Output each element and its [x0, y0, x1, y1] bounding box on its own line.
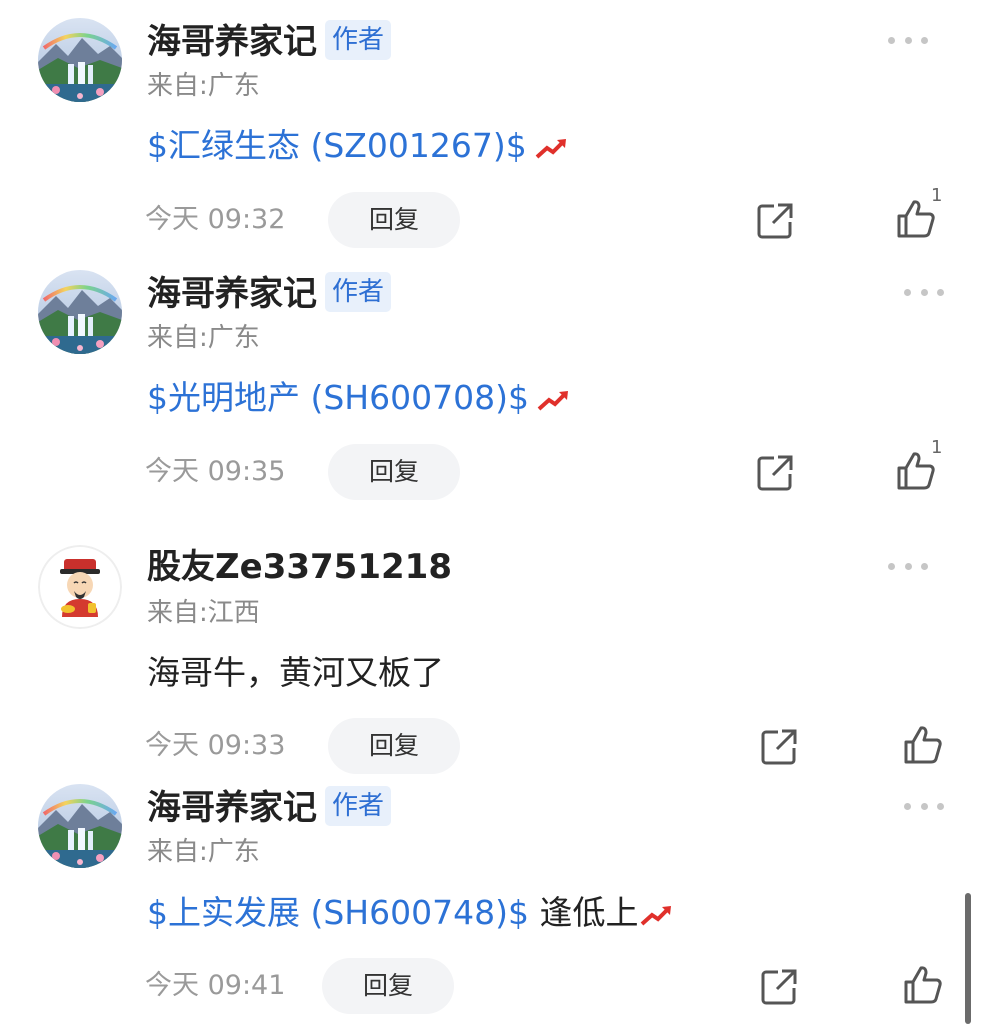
stock-link[interactable]: $光明地产 (SH600708)$ [147, 378, 529, 417]
location-label: 来自:广东 [147, 71, 260, 101]
author-badge: 作者 [325, 786, 392, 826]
share-icon[interactable] [760, 968, 798, 1006]
thumbs-up-icon[interactable] [902, 724, 944, 766]
more-dots-icon[interactable] [904, 800, 944, 812]
reply-button[interactable]: 回复 [328, 444, 460, 500]
comment-content: 海哥牛，黄河又板了 [147, 651, 444, 695]
comment-content: $上实发展 (SH600748)$ 逢低上 [147, 891, 674, 935]
more-dots-icon[interactable] [888, 34, 928, 46]
comment-text: 海哥牛，黄河又板了 [147, 653, 444, 692]
comment-time: 今天 09:35 [145, 456, 286, 487]
username-text[interactable]: 股友Ze33751218 [147, 547, 452, 587]
author-badge: 作者 [325, 272, 392, 312]
stock-link[interactable]: $上实发展 (SH600748)$ [147, 893, 529, 932]
comment-time: 今天 09:32 [145, 204, 286, 235]
reply-button[interactable]: 回复 [322, 958, 454, 1014]
username-text[interactable]: 海哥养家记 [147, 22, 317, 62]
share-icon[interactable] [760, 728, 798, 766]
location-label: 来自:广东 [147, 837, 260, 867]
username-text[interactable]: 海哥养家记 [147, 788, 317, 828]
comment-time: 今天 09:41 [145, 970, 286, 1001]
stock-link[interactable]: $汇绿生态 (SZ001267)$ [147, 126, 527, 165]
location-label: 来自:广东 [147, 323, 260, 353]
location-label: 来自:江西 [147, 598, 260, 628]
waterfall-avatar[interactable] [38, 784, 122, 868]
comment-time: 今天 09:33 [145, 730, 286, 761]
fortune-god-avatar[interactable] [38, 545, 122, 629]
more-dots-icon[interactable] [888, 560, 928, 572]
trend-up-icon [535, 139, 566, 159]
waterfall-avatar[interactable] [38, 270, 122, 354]
more-dots-icon[interactable] [904, 286, 944, 298]
share-icon[interactable] [756, 202, 794, 240]
comment-text: 逢低上 [528, 893, 639, 932]
trend-up-icon [537, 391, 568, 411]
thumbs-up-icon[interactable] [902, 964, 944, 1006]
username-text[interactable]: 海哥养家记 [147, 274, 317, 314]
reply-button[interactable]: 回复 [328, 192, 460, 248]
username[interactable]: 股友Ze33751218 [147, 547, 452, 587]
like-count: 1 [931, 185, 943, 206]
author-badge: 作者 [325, 20, 392, 60]
waterfall-avatar[interactable] [38, 18, 122, 102]
username[interactable]: 海哥养家记 作者 [147, 272, 392, 314]
comment-content: $光明地产 (SH600708)$ [147, 376, 571, 420]
scrollbar[interactable] [965, 893, 971, 1024]
share-icon[interactable] [756, 454, 794, 492]
like-count: 1 [931, 437, 943, 458]
trend-up-icon [641, 906, 672, 926]
username[interactable]: 海哥养家记 作者 [147, 20, 392, 62]
comment-content: $汇绿生态 (SZ001267)$ [147, 124, 569, 168]
reply-button[interactable]: 回复 [328, 718, 460, 774]
username[interactable]: 海哥养家记 作者 [147, 786, 392, 828]
